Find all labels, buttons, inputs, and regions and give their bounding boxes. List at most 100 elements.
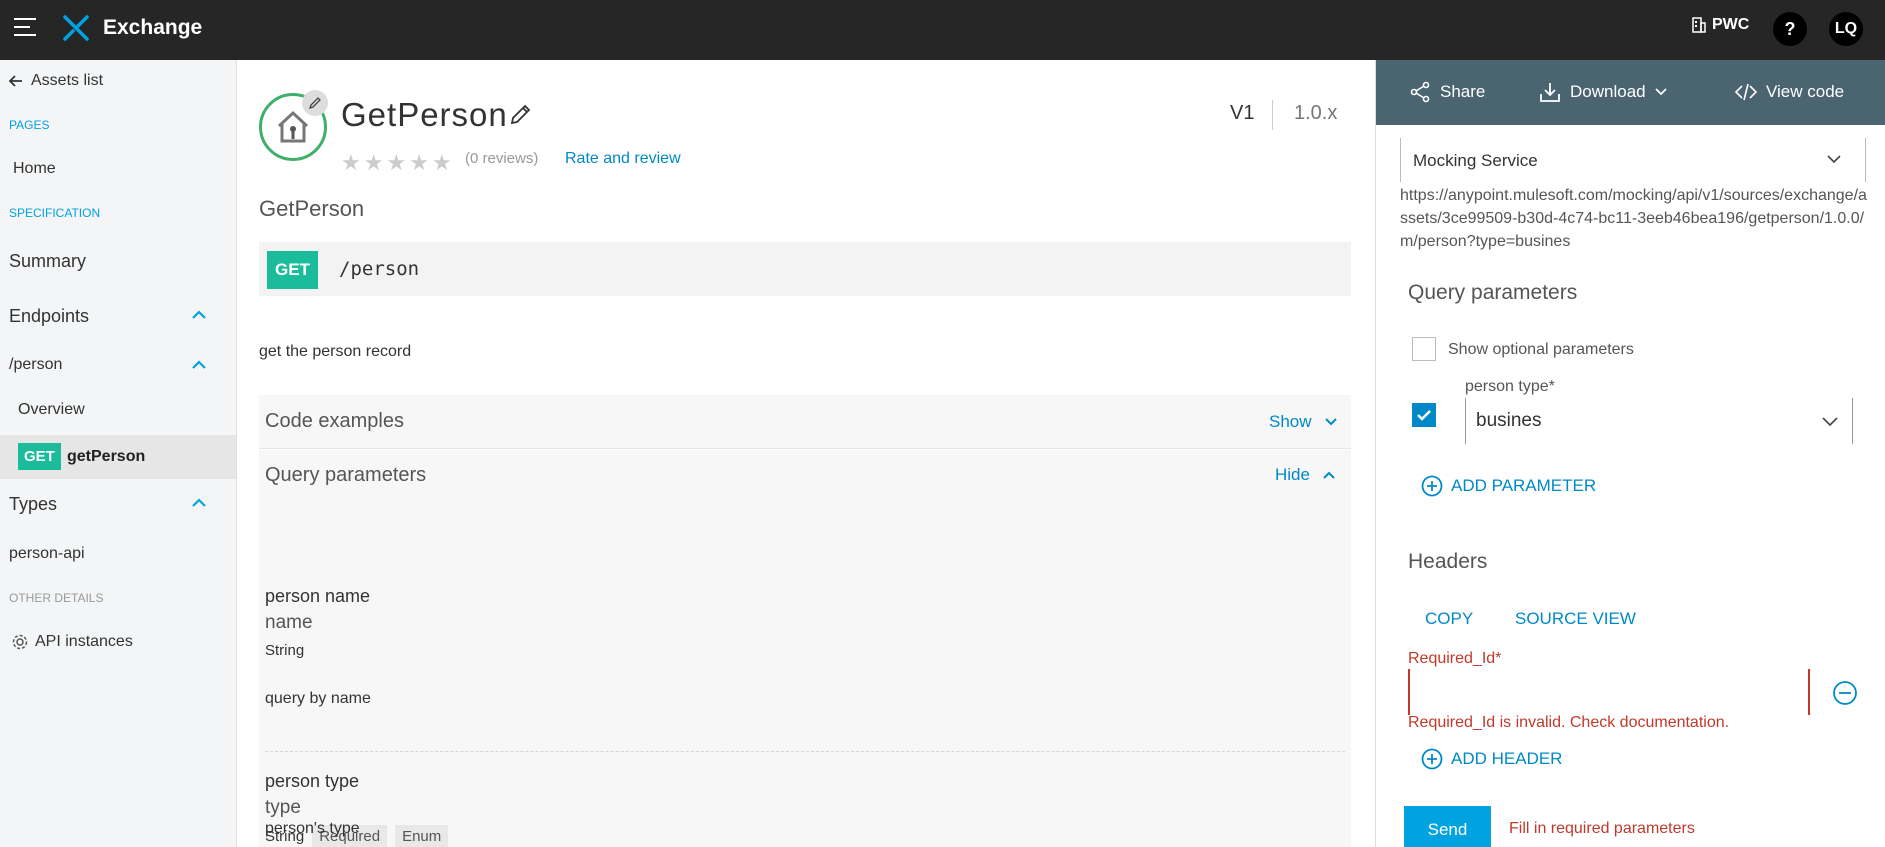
method-badge: GET [18, 443, 61, 470]
minus-circle-icon[interactable] [1832, 680, 1858, 706]
pencil-icon[interactable] [509, 102, 533, 126]
copy-tab[interactable]: COPY [1425, 609, 1473, 629]
chevron-up-icon[interactable] [190, 356, 208, 374]
version-major: V1 [1230, 102, 1255, 124]
sidebar-item-person-api[interactable]: person-api [9, 545, 85, 563]
view-code-button[interactable]: View code [1734, 80, 1844, 104]
code-examples-toggle[interactable]: Show [1269, 412, 1338, 432]
version-minor-selector[interactable]: 1.0.x [1294, 102, 1337, 125]
section-other-details: OTHER DETAILS [9, 591, 104, 605]
param-name: person name [265, 586, 371, 606]
sidebar: Assets list PAGES Home SPECIFICATION Sum… [0, 60, 237, 847]
download-label: Download [1570, 82, 1646, 101]
source-view-tab[interactable]: SOURCE VIEW [1515, 609, 1636, 629]
share-label: Share [1440, 82, 1486, 101]
sidebar-item-person-path[interactable]: /person [9, 356, 62, 374]
param-name: person type [265, 771, 360, 791]
param-type-value: String [265, 642, 305, 659]
toggle-label: Hide [1275, 465, 1310, 484]
add-parameter-label: ADD PARAMETER [1451, 476, 1597, 495]
panel-title: Query parameters [265, 464, 427, 486]
person-type-label: person type* [1465, 378, 1555, 395]
edit-icon-button[interactable] [302, 90, 328, 116]
org-switcher[interactable]: PWC [1692, 16, 1749, 34]
rating-stars[interactable]: ★ ★ ★ ★ ★ [341, 150, 452, 176]
star-icon: ★ [341, 150, 361, 175]
add-header-label: ADD HEADER [1451, 749, 1563, 768]
chevron-up-icon[interactable] [190, 306, 208, 324]
reviews-count: (0 reviews) [465, 150, 539, 167]
chevron-up-icon[interactable] [190, 494, 208, 512]
download-icon [1540, 83, 1560, 102]
sidebar-item-endpoints[interactable]: Endpoints [9, 306, 89, 327]
chevron-down-icon [1654, 88, 1667, 96]
code-icon [1734, 83, 1758, 101]
person-type-checkbox[interactable] [1412, 403, 1436, 427]
chevron-up-icon [1323, 471, 1335, 479]
endpoint-bar: GET /person [259, 242, 1351, 296]
required-id-error: Required_Id is invalid. Check documentat… [1408, 714, 1730, 731]
hamburger-icon[interactable] [14, 18, 36, 38]
building-icon [1692, 17, 1706, 33]
required-id-input[interactable] [1408, 669, 1810, 715]
plus-circle-icon [1421, 748, 1443, 770]
rate-and-review-link[interactable]: Rate and review [565, 150, 681, 168]
send-button[interactable]: Send [1404, 806, 1491, 847]
sidebar-item-api-instances[interactable]: API instances [11, 633, 133, 651]
chevron-down-icon [1827, 155, 1841, 164]
download-button[interactable]: Download [1538, 80, 1668, 104]
sidebar-item-home[interactable]: Home [13, 160, 56, 178]
arrow-left-icon [9, 75, 22, 87]
code-examples-panel: Code examples Show [259, 395, 1351, 449]
org-name: PWC [1712, 16, 1750, 33]
param-key: name [265, 612, 313, 633]
star-icon: ★ [363, 150, 384, 175]
brand-name[interactable]: Exchange [103, 16, 202, 40]
star-icon: ★ [431, 150, 452, 175]
add-parameter-button[interactable]: ADD PARAMETER [1421, 475, 1596, 497]
param-type: String [265, 642, 304, 659]
param-key: type [265, 797, 301, 818]
back-label: Assets list [31, 72, 104, 89]
mocking-service-select[interactable]: Mocking Service [1400, 138, 1866, 182]
help-button[interactable]: ? [1773, 12, 1807, 46]
divider [1272, 100, 1273, 130]
person-type-value: busines [1476, 410, 1542, 431]
query-parameters-toggle[interactable]: Hide [1275, 465, 1336, 485]
sidebar-item-types[interactable]: Types [9, 494, 57, 515]
mocking-service-value: Mocking Service [1413, 151, 1538, 170]
console-toolbar: Share Download View code [1376, 60, 1885, 125]
user-avatar[interactable]: LQ [1829, 12, 1863, 46]
chevron-down-icon [1324, 418, 1337, 426]
back-to-assets-link[interactable]: Assets list [9, 72, 103, 90]
pencil-icon [308, 97, 321, 110]
chevron-down-icon [1822, 417, 1838, 427]
sidebar-item-summary[interactable]: Summary [9, 251, 86, 272]
top-bar: Exchange PWC ? LQ [0, 0, 1885, 60]
send-validation-note: Fill in required parameters [1509, 820, 1695, 837]
main-content: GetPerson ★ ★ ★ ★ ★ (0 reviews) Rate and rev… [237, 60, 1375, 847]
share-button[interactable]: Share [1408, 80, 1485, 104]
sidebar-item-overview[interactable]: Overview [18, 401, 85, 419]
param-description: person's type [265, 820, 360, 837]
exchange-logo-icon[interactable] [62, 14, 90, 42]
enum-tag: Enum [395, 825, 449, 847]
param-separator [265, 751, 1345, 752]
check-icon [1417, 410, 1431, 421]
add-header-button[interactable]: ADD HEADER [1421, 748, 1562, 770]
view-code-label: View code [1766, 82, 1845, 101]
endpoint-path: /person [339, 258, 420, 280]
section-pages: PAGES [9, 118, 50, 132]
person-type-select[interactable]: busines [1465, 398, 1853, 444]
show-optional-checkbox[interactable] [1412, 337, 1436, 361]
method-badge: GET [267, 251, 318, 289]
toggle-label: Show [1269, 412, 1312, 431]
operation-label: getPerson [67, 448, 146, 465]
star-icon: ★ [409, 150, 429, 175]
headers-heading: Headers [1408, 550, 1488, 573]
asset-title: GetPerson [341, 96, 508, 133]
query-parameters-panel: Query parameters Hide [259, 450, 1351, 504]
param-description: query by name [265, 690, 371, 707]
sidebar-item-get-person[interactable]: GET getPerson [0, 435, 236, 479]
gear-icon [12, 634, 28, 650]
